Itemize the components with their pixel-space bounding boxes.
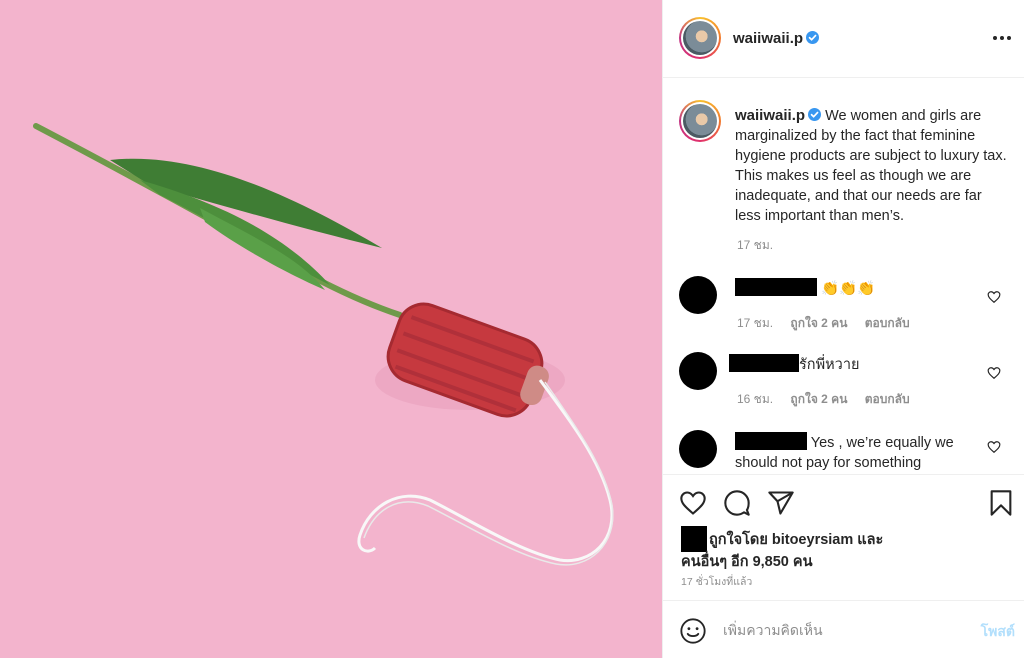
comment-body: รักพี่หวาย — [799, 357, 860, 373]
redacted-username — [729, 354, 799, 372]
header-username[interactable]: waiiwaii.p — [733, 30, 820, 47]
commenter-avatar[interactable] — [679, 276, 717, 314]
caption-avatar[interactable] — [679, 100, 721, 142]
comment-like-heart-icon[interactable] — [987, 366, 1001, 380]
reply-button[interactable]: ตอบกลับ — [865, 316, 910, 330]
commenter-avatar[interactable] — [679, 352, 717, 390]
liker-avatar[interactable] — [681, 526, 707, 552]
username-text[interactable]: waiiwaii.p — [733, 30, 803, 47]
verified-badge-icon — [806, 31, 820, 44]
comment-icon[interactable] — [723, 489, 751, 517]
comment-item: รักพี่หวาย 16 ชม. ถูกใจ 2 คน ตอบกลับ — [663, 352, 1024, 422]
comment-item: 👏👏👏 17 ชม. ถูกใจ 2 คน ตอบกลับ — [663, 276, 1024, 346]
caption-body: We women and girls are marginalized by t… — [735, 108, 1007, 224]
comment-like-heart-icon[interactable] — [987, 290, 1001, 304]
post-photo[interactable] — [0, 0, 662, 658]
comment-time[interactable]: 17 ชม. — [737, 316, 773, 330]
redacted-username — [735, 278, 817, 296]
tampon-tulip-image — [0, 0, 662, 658]
comment-likes[interactable]: ถูกใจ 2 คน — [790, 392, 847, 406]
likes-summary[interactable]: ถูกใจโดย bitoeyrsiam และ คนอื่นๆ อีก 9,8… — [681, 526, 1011, 573]
comment-text: Yes , we’re equally we should not pay fo… — [735, 432, 985, 472]
comment-body: 👏👏👏 — [821, 281, 876, 297]
reply-button[interactable]: ตอบกลับ — [865, 392, 910, 406]
comment-meta: 17 ชม. ถูกใจ 2 คน ตอบกลับ — [737, 314, 924, 333]
post-comment-button[interactable]: โพสต์ — [981, 621, 1015, 643]
verified-badge-icon — [808, 108, 822, 121]
action-bar — [663, 474, 1024, 530]
caption-time[interactable]: 17 ชม. — [737, 236, 773, 255]
comment-input[interactable] — [723, 617, 963, 643]
comment-item: Yes , we’re equally we should not pay fo… — [663, 430, 1024, 472]
likes-line-1[interactable]: ถูกใจโดย bitoeyrsiam และ — [709, 532, 883, 548]
comment-like-heart-icon[interactable] — [987, 440, 1001, 454]
redacted-username — [735, 432, 807, 450]
share-icon[interactable] — [767, 489, 795, 517]
comment-composer: โพสต์ — [663, 600, 1024, 658]
avatar[interactable] — [679, 17, 721, 59]
post-details-panel: waiiwaii.p waiiwaii.p We women and girls… — [662, 0, 1024, 658]
heart-icon[interactable] — [679, 489, 707, 517]
comment-meta: 16 ชม. ถูกใจ 2 คน ตอบกลับ — [737, 390, 924, 409]
post-timestamp[interactable]: 17 ชั่วโมงที่แล้ว — [681, 573, 752, 590]
comment-text: รักพี่หวาย — [729, 354, 979, 375]
caption-text: waiiwaii.p We women and girls are margin… — [735, 106, 1007, 226]
likes-line-2[interactable]: คนอื่นๆ อีก 9,850 คน — [681, 554, 813, 570]
more-options-icon[interactable] — [991, 28, 1013, 48]
bookmark-icon[interactable] — [987, 489, 1015, 517]
commenter-avatar[interactable] — [679, 430, 717, 468]
comment-text: 👏👏👏 — [735, 278, 985, 299]
post-header: waiiwaii.p — [663, 0, 1024, 78]
caption-username[interactable]: waiiwaii.p — [735, 107, 805, 124]
emoji-icon[interactable] — [679, 617, 707, 645]
comment-time[interactable]: 16 ชม. — [737, 392, 773, 406]
comment-likes[interactable]: ถูกใจ 2 คน — [790, 316, 847, 330]
